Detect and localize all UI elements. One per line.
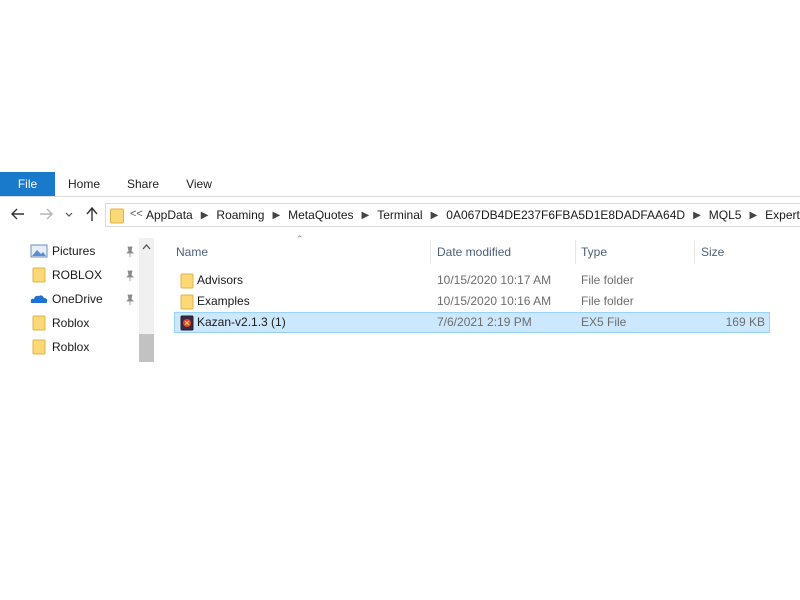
column-divider[interactable] xyxy=(430,240,431,264)
breadcrumb-metaquotes[interactable]: MetaQuotes xyxy=(288,208,353,222)
pictures-icon xyxy=(30,243,48,259)
file-row-advisors[interactable]: Advisors 10/15/2020 10:17 AM File folder xyxy=(174,270,770,291)
file-size: 169 KB xyxy=(725,315,765,329)
folder-icon xyxy=(30,339,48,355)
chevron-right-icon[interactable]: ▶ xyxy=(693,210,701,221)
onedrive-icon xyxy=(30,291,48,307)
file-date-modified: 7/6/2021 2:19 PM xyxy=(437,315,532,329)
chevron-right-icon[interactable]: ▶ xyxy=(431,210,439,221)
tab-home[interactable]: Home xyxy=(58,172,110,196)
file-date-modified: 10/15/2020 10:17 AM xyxy=(437,273,552,287)
breadcrumb-terminal-id[interactable]: 0A067DB4DE237F6FBA5D1E8DADFAA64D xyxy=(446,208,685,222)
address-bar[interactable]: << AppData ▶ Roaming ▶ MetaQuotes ▶ Term… xyxy=(105,203,800,227)
navigation-pane: Pictures ROBLOX OneDrive Roblox Roblox xyxy=(0,238,154,362)
column-header-type[interactable]: Type xyxy=(581,238,691,266)
tab-view[interactable]: View xyxy=(176,172,222,196)
column-header-name[interactable]: Name xyxy=(176,238,426,266)
column-header-size[interactable]: Size xyxy=(701,238,771,266)
breadcrumb-experts[interactable]: Experts xyxy=(765,208,800,222)
chevron-right-icon[interactable]: ▶ xyxy=(201,210,209,221)
chevron-right-icon[interactable]: ▶ xyxy=(749,210,757,221)
navigation-bar: << AppData ▶ Roaming ▶ MetaQuotes ▶ Term… xyxy=(0,200,800,230)
file-date-modified: 10/15/2020 10:16 AM xyxy=(437,294,552,308)
breadcrumb-roaming[interactable]: Roaming xyxy=(216,208,264,222)
file-list: ⌃ Name Date modified Type Size Advisors … xyxy=(170,234,800,362)
sidebar-item-roblox-2[interactable]: Roblox xyxy=(30,336,140,358)
file-name: Advisors xyxy=(197,273,244,287)
sidebar-item-label: ROBLOX xyxy=(52,268,103,282)
sidebar-item-roblox-1[interactable]: Roblox xyxy=(30,312,140,334)
sidebar-item-label: Pictures xyxy=(52,244,96,258)
column-divider[interactable] xyxy=(575,240,576,264)
up-arrow-icon[interactable] xyxy=(82,204,102,224)
file-type: EX5 File xyxy=(581,315,627,329)
chevron-right-icon[interactable]: ▶ xyxy=(362,210,370,221)
column-header-date-modified[interactable]: Date modified xyxy=(437,238,572,266)
folder-icon xyxy=(30,267,48,283)
folder-icon xyxy=(110,208,124,224)
pin-icon[interactable] xyxy=(124,294,136,306)
ex5-file-icon xyxy=(179,315,195,331)
file-row-examples[interactable]: Examples 10/15/2020 10:16 AM File folder xyxy=(174,291,770,312)
recent-locations-chevron-icon[interactable] xyxy=(62,204,76,224)
folder-icon xyxy=(179,294,195,310)
breadcrumb-mql5[interactable]: MQL5 xyxy=(709,208,742,222)
folder-icon xyxy=(30,315,48,331)
forward-arrow-icon[interactable] xyxy=(36,204,56,224)
tab-share[interactable]: Share xyxy=(118,172,168,196)
column-divider[interactable] xyxy=(694,240,695,264)
file-name: Kazan-v2.1.3 (1) xyxy=(197,315,286,329)
file-type: File folder xyxy=(581,294,634,308)
folder-icon xyxy=(179,273,195,289)
breadcrumb-appdata[interactable]: AppData xyxy=(146,208,193,222)
tab-file[interactable]: File xyxy=(0,172,55,196)
file-name: Examples xyxy=(197,294,250,308)
breadcrumb-overflow[interactable]: << xyxy=(130,208,143,220)
pin-icon[interactable] xyxy=(124,246,136,258)
sidebar-item-label: OneDrive xyxy=(52,292,103,306)
back-arrow-icon[interactable] xyxy=(8,204,28,224)
sidebar-item-label: Roblox xyxy=(52,316,90,330)
sidebar-item-label: Roblox xyxy=(52,340,90,354)
file-explorer-window: File Home Share View << AppData ▶ Roamin… xyxy=(0,172,800,362)
pin-icon[interactable] xyxy=(124,270,136,282)
file-type: File folder xyxy=(581,273,634,287)
chevron-right-icon[interactable]: ▶ xyxy=(272,210,280,221)
file-row-kazan[interactable]: Kazan-v2.1.3 (1) 7/6/2021 2:19 PM EX5 Fi… xyxy=(174,312,770,333)
breadcrumb-terminal[interactable]: Terminal xyxy=(377,208,422,222)
scrollbar-thumb[interactable] xyxy=(139,334,154,362)
breadcrumb: AppData ▶ Roaming ▶ MetaQuotes ▶ Termina… xyxy=(146,208,800,222)
sidebar-scrollbar[interactable] xyxy=(139,238,154,362)
scroll-up-arrow-icon[interactable] xyxy=(139,240,154,254)
ribbon-tabs: File Home Share View xyxy=(0,172,800,197)
